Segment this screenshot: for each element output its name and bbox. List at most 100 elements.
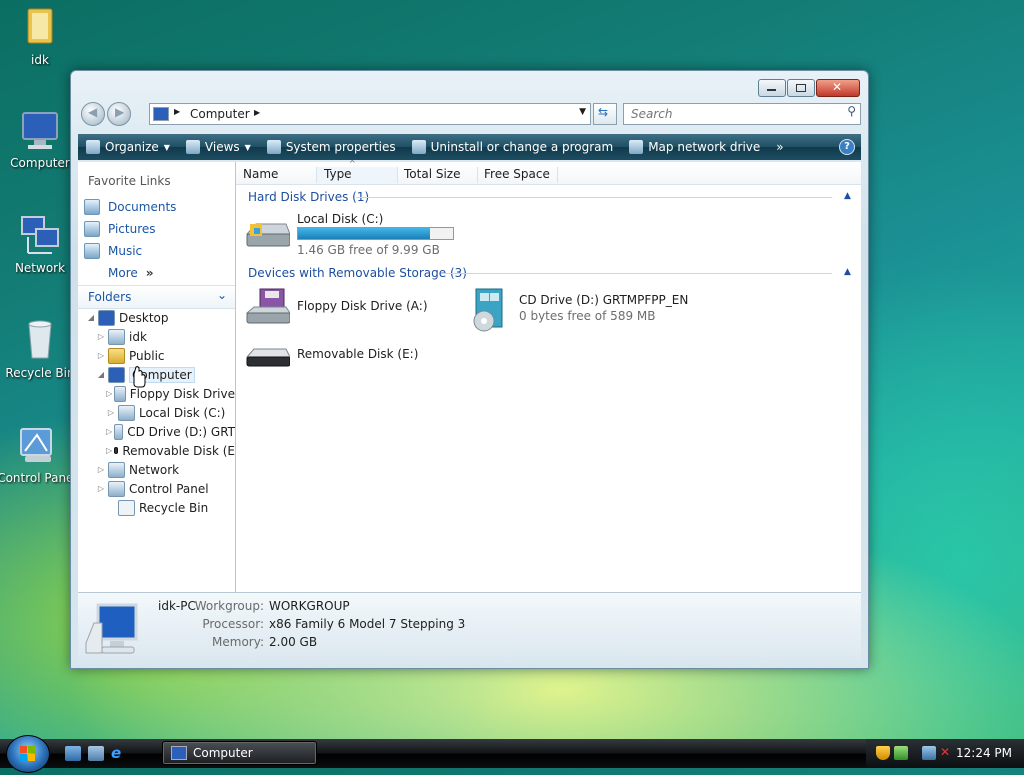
maximize-button[interactable] — [787, 79, 815, 97]
tree-item-label: Desktop — [119, 310, 169, 325]
column-header-type[interactable]: Type ^ — [317, 159, 398, 183]
organize-menu[interactable]: Organize ▼ — [78, 134, 178, 160]
expand-arrow-icon[interactable]: ▷ — [96, 465, 106, 474]
favorite-link-more[interactable]: More » — [78, 262, 235, 284]
back-arrow-icon: ◀ — [88, 105, 98, 119]
minimize-button[interactable] — [758, 79, 786, 97]
help-icon: ? — [844, 141, 850, 152]
clock[interactable]: 12:24 PM — [956, 746, 1012, 760]
expand-arrow-icon[interactable]: ▷ — [106, 446, 112, 455]
switch-windows-icon[interactable] — [88, 746, 104, 761]
folder-icon — [108, 347, 125, 364]
close-button[interactable]: ✕ — [816, 79, 860, 97]
search-input[interactable] — [629, 106, 833, 122]
favorite-link-pictures[interactable]: Pictures — [78, 218, 235, 240]
overflow-chevron-icon: » — [776, 140, 784, 154]
favorite-link-music[interactable]: Music — [78, 240, 235, 262]
taskbar-button-computer[interactable]: Computer — [162, 741, 317, 765]
help-button[interactable]: ? — [839, 139, 855, 155]
system-properties-button[interactable]: System properties — [259, 134, 404, 160]
desktop-icon-idk[interactable]: idk — [0, 5, 80, 67]
column-header-label: Free Space — [484, 167, 550, 181]
cd-drive-icon — [114, 423, 124, 440]
desktop-icon-control-panel[interactable]: Control Panel — [0, 423, 77, 485]
search-icon[interactable]: ⚲ — [847, 104, 856, 118]
volume-muted-icon[interactable]: ✕ — [940, 745, 954, 759]
search-box[interactable]: ⚲ — [623, 103, 861, 125]
back-button[interactable]: ◀ — [81, 102, 105, 126]
system-properties-icon — [266, 140, 281, 154]
internet-explorer-icon[interactable]: e — [111, 744, 127, 762]
refresh-button[interactable]: ⇆ — [593, 103, 617, 125]
system-properties-label: System properties — [285, 140, 396, 154]
collapse-chevron-icon[interactable]: ▲ — [844, 191, 851, 201]
group-heading-removable[interactable]: Devices with Removable Storage (3) ▲ — [248, 265, 856, 281]
expand-arrow-icon[interactable]: ▷ — [106, 427, 112, 436]
expand-arrow-icon[interactable]: ▷ — [96, 332, 106, 341]
drive-item-floppy[interactable]: Floppy Disk Drive (A:) — [244, 287, 444, 335]
desktop-icon-computer[interactable]: Computer — [0, 108, 80, 170]
tree-item-idk[interactable]: ▷ idk — [78, 327, 235, 346]
tree-item-removable-disk[interactable]: ▷ Removable Disk (E — [78, 441, 235, 460]
control-panel-icon — [15, 423, 59, 467]
taskbar-button-label: Computer — [193, 746, 253, 760]
drive-item-cd[interactable]: CD Drive (D:) GRTMPFPP_EN 0 bytes free o… — [466, 287, 716, 335]
update-icon[interactable] — [894, 746, 908, 760]
forward-arrow-icon: ▶ — [115, 105, 125, 119]
expand-arrow-icon[interactable]: ▷ — [96, 484, 106, 493]
favorite-link-documents[interactable]: Documents — [78, 196, 235, 218]
show-desktop-icon[interactable] — [65, 746, 81, 761]
breadcrumb-computer[interactable]: Computer — [190, 107, 250, 121]
collapse-arrow-icon[interactable]: ◢ — [96, 370, 106, 379]
expand-arrow-icon[interactable]: ▷ — [106, 408, 116, 417]
tree-item-recycle-bin[interactable]: Recycle Bin — [78, 498, 235, 517]
desktop-icon-recycle-bin[interactable]: Recycle Bin — [0, 318, 80, 380]
address-bar[interactable]: ▶ Computer ▶ ▼ — [149, 103, 591, 125]
tree-item-cd-drive[interactable]: ▷ CD Drive (D:) GRT — [78, 422, 235, 441]
folders-toggle[interactable]: Folders ⌄ — [78, 285, 235, 309]
column-header-label: Total Size — [404, 167, 461, 181]
desktop-icon-network[interactable]: Network — [0, 213, 80, 275]
map-network-drive-button[interactable]: Map network drive — [621, 134, 768, 160]
column-header-name[interactable]: Name — [236, 167, 317, 183]
computer-small-icon — [171, 746, 187, 760]
computer-icon — [18, 108, 62, 152]
uninstall-program-button[interactable]: Uninstall or change a program — [404, 134, 622, 160]
collapse-chevron-icon[interactable]: ▲ — [844, 267, 851, 277]
group-heading-hard-disks[interactable]: Hard Disk Drives (1) ▲ — [248, 189, 856, 205]
memory-label: Memory: — [212, 635, 264, 649]
tree-item-local-disk[interactable]: ▷ Local Disk (C:) — [78, 403, 235, 422]
favorite-link-label: Documents — [108, 200, 177, 214]
tree-item-computer[interactable]: ◢ Computer — [78, 365, 235, 384]
column-header-free-space[interactable]: Free Space — [477, 167, 558, 183]
favorite-links-heading: Favorite Links — [88, 174, 171, 188]
group-divider — [441, 273, 832, 274]
forward-button[interactable]: ▶ — [107, 102, 131, 126]
views-menu[interactable]: Views ▼ — [178, 134, 259, 160]
security-shield-icon[interactable] — [876, 746, 890, 760]
tree-item-control-panel[interactable]: ▷ Control Panel — [78, 479, 235, 498]
start-button[interactable] — [6, 735, 50, 773]
tree-item-network[interactable]: ▷ Network — [78, 460, 235, 479]
tree-item-floppy[interactable]: ▷ Floppy Disk Drive — [78, 384, 235, 403]
address-dropdown-icon[interactable]: ▼ — [579, 107, 586, 117]
expand-arrow-icon[interactable]: ▷ — [96, 351, 106, 360]
network-status-icon[interactable] — [922, 746, 936, 760]
drive-item-removable-disk[interactable]: Removable Disk (E:) — [244, 339, 444, 379]
column-header-total-size[interactable]: Total Size — [397, 167, 478, 183]
workgroup-label: Workgroup: — [194, 599, 264, 613]
command-toolbar: Organize ▼ Views ▼ System properties Unins… — [78, 134, 861, 160]
tree-item-public[interactable]: ▷ Public — [78, 346, 235, 365]
toolbar-overflow-button[interactable]: » — [768, 134, 791, 160]
collapse-arrow-icon[interactable]: ◢ — [86, 313, 96, 322]
breadcrumb-separator-icon: ▶ — [254, 108, 261, 117]
computer-icon — [108, 366, 125, 383]
expand-arrow-icon[interactable]: ▷ — [106, 389, 112, 398]
desktop-icon-label: Recycle Bin — [5, 366, 75, 380]
tree-item-desktop[interactable]: ◢ Desktop — [78, 308, 235, 327]
music-icon — [84, 243, 100, 259]
capacity-bar-fill — [298, 228, 431, 239]
views-label: Views — [204, 140, 240, 154]
drive-item-local-disk[interactable]: Local Disk (C:) 1.46 GB free of 9.99 GB — [244, 208, 459, 257]
capacity-bar — [297, 227, 454, 240]
